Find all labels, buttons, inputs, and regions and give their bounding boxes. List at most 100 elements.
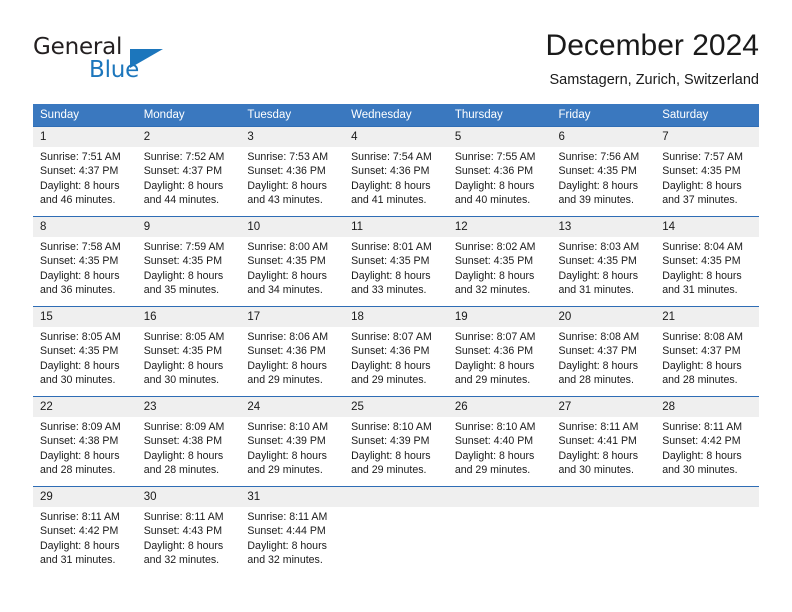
daylight-text: Daylight: 8 hours and 31 minutes. xyxy=(40,539,120,566)
daylight-text: Daylight: 8 hours and 34 minutes. xyxy=(247,269,327,296)
day-cell[interactable]: 9 Sunrise: 7:59 AM Sunset: 4:35 PM Daylight… xyxy=(136,216,241,307)
day-cell[interactable]: 16 Sunrise: 8:05 AM Sunset: 4:35 PM Dayligh… xyxy=(136,306,241,397)
day-cell[interactable]: 13 Sunrise: 8:03 AM Sunset: 4:35 PM Dayligh… xyxy=(551,216,656,307)
day-details: Sunrise: 8:11 AM Sunset: 4:43 PM Daylight:… xyxy=(137,507,241,567)
weekday-header-monday: Monday xyxy=(136,104,241,127)
sunset-text: Sunset: 4:40 PM xyxy=(454,435,534,448)
day-cell[interactable]: 22 Sunrise: 8:09 AM Sunset: 4:38 PM Dayligh… xyxy=(33,396,137,487)
weekday-header-wednesday: Wednesday xyxy=(344,104,448,127)
day-cell[interactable]: 6 Sunrise: 7:56 AM Sunset: 4:35 PM Daylight… xyxy=(551,126,656,217)
day-number: 9 xyxy=(136,217,241,237)
daylight-text: Daylight: 8 hours and 29 minutes. xyxy=(454,449,535,476)
sunrise-text: Sunrise: 8:08 AM xyxy=(662,331,743,343)
day-cell[interactable]: 28 Sunrise: 8:11 AM Sunset: 4:42 PM Dayligh… xyxy=(655,396,759,487)
sunrise-text: Sunrise: 8:11 AM xyxy=(558,421,639,433)
day-number: 10 xyxy=(240,217,345,237)
sunrise-text: Sunrise: 8:11 AM xyxy=(40,511,120,523)
day-cell[interactable]: 10 Sunrise: 8:00 AM Sunset: 4:35 PM Dayligh… xyxy=(240,216,345,307)
day-number: 8 xyxy=(33,217,137,237)
sunset-text: Sunset: 4:35 PM xyxy=(662,255,741,268)
day-cell[interactable]: 29 Sunrise: 8:11 AM Sunset: 4:42 PM Dayligh… xyxy=(33,486,137,577)
day-cell[interactable]: 21 Sunrise: 8:08 AM Sunset: 4:37 PM Dayligh… xyxy=(655,306,759,397)
day-cell[interactable]: 7 Sunrise: 7:57 AM Sunset: 4:35 PM Daylight… xyxy=(655,126,759,217)
daylight-text: Daylight: 8 hours and 28 minutes. xyxy=(558,359,639,386)
sunrise-text: Sunrise: 7:55 AM xyxy=(454,151,536,163)
weekday-header-thursday: Thursday xyxy=(447,104,552,127)
day-number: 7 xyxy=(655,127,759,147)
page-header: General Blue December 2024 Samstagern, Z… xyxy=(33,28,759,96)
daylight-text: Daylight: 8 hours and 30 minutes. xyxy=(662,449,742,476)
day-cell[interactable]: 30 Sunrise: 8:11 AM Sunset: 4:43 PM Dayligh… xyxy=(136,486,241,577)
day-cell[interactable]: 20 Sunrise: 8:08 AM Sunset: 4:37 PM Dayligh… xyxy=(551,306,656,397)
day-cell[interactable]: 31 Sunrise: 8:11 AM Sunset: 4:44 PM Dayligh… xyxy=(240,486,345,577)
day-cell[interactable]: 8 Sunrise: 7:58 AM Sunset: 4:35 PM Daylight… xyxy=(33,216,137,307)
weekday-header-tuesday: Tuesday xyxy=(240,104,345,127)
day-details: Sunrise: 8:09 AM Sunset: 4:38 PM Daylight:… xyxy=(33,417,137,477)
day-cell[interactable]: 5 Sunrise: 7:55 AM Sunset: 4:36 PM Daylight… xyxy=(447,126,552,217)
day-cell[interactable]: 27 Sunrise: 8:11 AM Sunset: 4:41 PM Dayligh… xyxy=(551,396,656,487)
day-cell[interactable]: 24 Sunrise: 8:10 AM Sunset: 4:39 PM Dayligh… xyxy=(240,396,345,487)
day-cell[interactable]: 12 Sunrise: 8:02 AM Sunset: 4:35 PM Dayligh… xyxy=(447,216,552,307)
day-number: 22 xyxy=(33,397,137,417)
day-number: 17 xyxy=(240,307,345,327)
day-cell[interactable]: 19 Sunrise: 8:07 AM Sunset: 4:36 PM Dayligh… xyxy=(447,306,552,397)
sunrise-text: Sunrise: 8:09 AM xyxy=(143,421,225,433)
sunset-text: Sunset: 4:38 PM xyxy=(40,435,119,448)
day-number: 24 xyxy=(240,397,345,417)
day-cell[interactable]: 18 Sunrise: 8:07 AM Sunset: 4:36 PM Dayligh… xyxy=(344,306,448,397)
day-details: Sunrise: 7:54 AM Sunset: 4:36 PM Daylight:… xyxy=(344,147,448,207)
day-number: 20 xyxy=(551,307,656,327)
day-details: Sunrise: 7:57 AM Sunset: 4:35 PM Daylight:… xyxy=(655,147,759,207)
daylight-text: Daylight: 8 hours and 37 minutes. xyxy=(662,179,742,206)
day-number: 3 xyxy=(240,127,345,147)
day-number: 12 xyxy=(447,217,552,237)
sunrise-text: Sunrise: 7:51 AM xyxy=(40,151,121,163)
day-details: Sunrise: 7:58 AM Sunset: 4:35 PM Daylight:… xyxy=(33,237,137,297)
sunrise-text: Sunrise: 8:04 AM xyxy=(662,241,743,253)
sunrise-text: Sunrise: 8:03 AM xyxy=(558,241,640,253)
sunset-text: Sunset: 4:35 PM xyxy=(40,255,119,268)
day-cell[interactable]: 3 Sunrise: 7:53 AM Sunset: 4:36 PM Daylight… xyxy=(240,126,345,217)
day-cell[interactable]: 26 Sunrise: 8:10 AM Sunset: 4:40 PM Dayligh… xyxy=(447,396,552,487)
day-number: 26 xyxy=(447,397,552,417)
brand-name-blue: Blue xyxy=(89,57,140,83)
daylight-text: Daylight: 8 hours and 36 minutes. xyxy=(40,269,120,296)
sunset-text: Sunset: 4:42 PM xyxy=(662,435,741,448)
sunset-text: Sunset: 4:36 PM xyxy=(351,165,430,178)
day-cell-empty xyxy=(447,486,552,577)
day-details: Sunrise: 8:07 AM Sunset: 4:36 PM Daylight:… xyxy=(344,327,448,387)
daylight-text: Daylight: 8 hours and 35 minutes. xyxy=(143,269,224,296)
day-details: Sunrise: 8:05 AM Sunset: 4:35 PM Daylight:… xyxy=(33,327,137,387)
day-details: Sunrise: 8:00 AM Sunset: 4:35 PM Daylight:… xyxy=(240,237,344,297)
sunrise-text: Sunrise: 7:59 AM xyxy=(143,241,225,253)
title-block: December 2024 Samstagern, Zurich, Switze… xyxy=(546,28,759,90)
day-cell[interactable]: 14 Sunrise: 8:04 AM Sunset: 4:35 PM Dayligh… xyxy=(655,216,759,307)
day-cell[interactable]: 2 Sunrise: 7:52 AM Sunset: 4:37 PM Daylight… xyxy=(136,126,241,217)
sunset-text: Sunset: 4:36 PM xyxy=(454,165,534,178)
sunrise-text: Sunrise: 8:05 AM xyxy=(40,331,121,343)
day-cell[interactable]: 1 Sunrise: 7:51 AM Sunset: 4:37 PM Daylight… xyxy=(33,126,137,217)
sunset-text: Sunset: 4:37 PM xyxy=(40,165,119,178)
sunrise-text: Sunrise: 8:10 AM xyxy=(247,421,329,433)
day-cell[interactable]: 11 Sunrise: 8:01 AM Sunset: 4:35 PM Dayligh… xyxy=(344,216,448,307)
sunrise-text: Sunrise: 8:05 AM xyxy=(143,331,225,343)
daylight-text: Daylight: 8 hours and 29 minutes. xyxy=(351,449,431,476)
daylight-text: Daylight: 8 hours and 28 minutes. xyxy=(143,449,224,476)
day-cell-empty xyxy=(344,486,448,577)
calendar-week-row: 15 Sunrise: 8:05 AM Sunset: 4:35 PM Dayligh… xyxy=(33,306,759,397)
day-number xyxy=(447,487,552,507)
day-details: Sunrise: 8:07 AM Sunset: 4:36 PM Daylight:… xyxy=(448,327,552,387)
day-number: 14 xyxy=(655,217,759,237)
day-details: Sunrise: 8:03 AM Sunset: 4:35 PM Daylight:… xyxy=(552,237,656,297)
brand-logo[interactable]: General Blue xyxy=(33,34,213,92)
weekday-header-saturday: Saturday xyxy=(655,104,759,127)
day-cell[interactable]: 4 Sunrise: 7:54 AM Sunset: 4:36 PM Daylight… xyxy=(344,126,448,217)
day-cell[interactable]: 25 Sunrise: 8:10 AM Sunset: 4:39 PM Dayligh… xyxy=(344,396,448,487)
day-number: 4 xyxy=(344,127,448,147)
day-details: Sunrise: 8:04 AM Sunset: 4:35 PM Daylight:… xyxy=(655,237,759,297)
day-number xyxy=(551,487,656,507)
day-cell[interactable]: 23 Sunrise: 8:09 AM Sunset: 4:38 PM Dayligh… xyxy=(136,396,241,487)
day-cell[interactable]: 17 Sunrise: 8:06 AM Sunset: 4:36 PM Dayligh… xyxy=(240,306,345,397)
sunrise-text: Sunrise: 7:52 AM xyxy=(143,151,225,163)
day-cell[interactable]: 15 Sunrise: 8:05 AM Sunset: 4:35 PM Dayligh… xyxy=(33,306,137,397)
